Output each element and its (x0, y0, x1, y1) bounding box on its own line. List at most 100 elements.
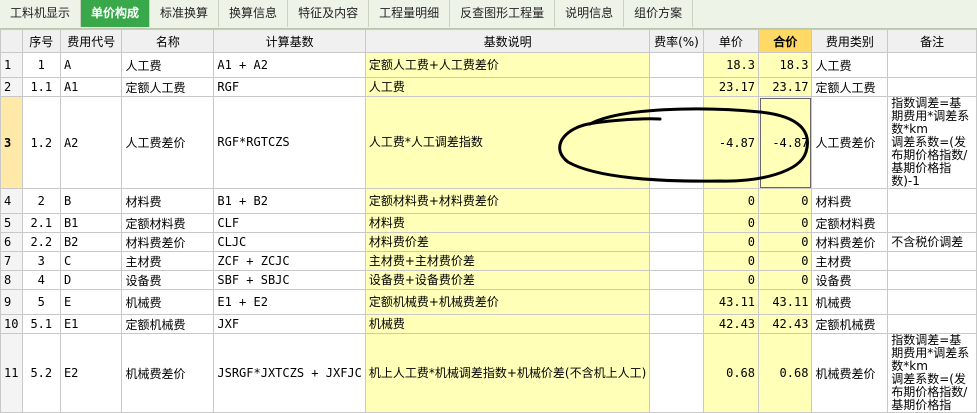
cell-seq[interactable]: 3 (21, 251, 61, 271)
cell-code[interactable]: D (59, 270, 123, 290)
cell-rate[interactable] (649, 96, 704, 189)
cell-seq[interactable]: 2 (21, 188, 61, 214)
cell-unit-price[interactable]: 0 (702, 251, 760, 271)
cell-rate[interactable] (649, 251, 704, 271)
cell-unit-price[interactable]: 18.3 (702, 52, 760, 78)
cell-rate[interactable] (649, 77, 704, 97)
column-header-code[interactable]: 费用代号 (59, 29, 123, 53)
cell-remark[interactable] (887, 270, 977, 290)
tab-2[interactable]: 单价构成 (81, 0, 151, 27)
cell-remark[interactable]: 指数调差=基期费用*调差系数*km 调差系数=(发布期价格指数/基期价格指数)-… (887, 96, 977, 189)
cell-total[interactable]: 0 (758, 232, 813, 252)
cell-base[interactable]: A1 + A2 (213, 52, 366, 78)
cell-name[interactable]: 人工费 (121, 52, 215, 78)
cell-base[interactable]: ZCF + ZCJC (213, 251, 366, 271)
cell-rate[interactable] (649, 314, 704, 334)
tab-9[interactable]: 组价方案 (624, 0, 694, 27)
row-number[interactable]: 8 (0, 270, 23, 290)
cell-name[interactable]: 主材费 (121, 251, 215, 271)
cell-base[interactable]: B1 + B2 (213, 188, 366, 214)
cell-rate[interactable] (649, 333, 704, 413)
cell-code[interactable]: C (59, 251, 123, 271)
row-number[interactable]: 5 (0, 213, 23, 233)
cell-total[interactable]: 0.68 (758, 333, 813, 413)
cell-seq[interactable]: 4 (21, 270, 61, 290)
cell-category[interactable]: 材料费差价 (811, 232, 889, 252)
cell-remark[interactable] (887, 77, 977, 97)
cell-total[interactable]: 42.43 (758, 314, 813, 334)
cell-code[interactable]: A1 (59, 77, 123, 97)
cell-remark[interactable] (887, 251, 977, 271)
cell-base-desc[interactable]: 材料费 (364, 213, 651, 233)
table-row[interactable]: 3 1.2 A2 人工费差价 RGF*RGTCZS 人工费*人工调差指数 -4.87 -4.8… (0, 96, 977, 189)
cell-base-desc[interactable]: 机上人工费*机械调差指数+机械价差(不含机上人工) (364, 333, 651, 413)
cell-base[interactable]: SBF + SBJC (213, 270, 366, 290)
table-row[interactable]: 2 1.1 A1 定额人工费 RGF 人工费 23.17 23.17 定额人工费 (0, 77, 977, 97)
cell-name[interactable]: 定额材料费 (121, 213, 215, 233)
row-number[interactable]: 7 (0, 251, 23, 271)
cell-unit-price[interactable]: 23.17 (702, 77, 760, 97)
cell-category[interactable]: 人工费差价 (811, 96, 889, 189)
row-number[interactable]: 2 (0, 77, 23, 97)
cell-base-desc[interactable]: 机械费 (364, 314, 651, 334)
column-header-base-desc[interactable]: 基数说明 (364, 29, 651, 53)
cell-total[interactable]: 0 (758, 188, 813, 214)
cell-base[interactable]: RGF*RGTCZS (213, 96, 366, 189)
cell-remark[interactable] (887, 213, 977, 233)
cell-base-desc[interactable]: 设备费+设备费价差 (364, 270, 651, 290)
cell-total[interactable]: 43.11 (758, 289, 813, 315)
cell-seq[interactable]: 1.1 (21, 77, 61, 97)
column-header-seq[interactable]: 序号 (21, 29, 61, 53)
column-header-remark[interactable]: 备注 (887, 29, 977, 53)
cell-unit-price[interactable]: 43.11 (702, 289, 760, 315)
cell-seq[interactable]: 2.1 (21, 213, 61, 233)
cell-category[interactable]: 机械费差价 (811, 333, 889, 413)
cell-rate[interactable] (649, 188, 704, 214)
cell-name[interactable]: 人工费差价 (121, 96, 215, 189)
column-header-name[interactable]: 名称 (121, 29, 215, 53)
cell-unit-price[interactable]: 0.68 (702, 333, 760, 413)
cell-unit-price[interactable]: 0 (702, 232, 760, 252)
cell-unit-price[interactable]: -4.87 (702, 96, 760, 189)
cell-name[interactable]: 定额机械费 (121, 314, 215, 334)
cell-category[interactable]: 材料费 (811, 188, 889, 214)
column-header-total[interactable]: 合价 (758, 29, 813, 53)
column-header-unit-price[interactable]: 单价 (702, 29, 760, 53)
cell-code[interactable]: B (59, 188, 123, 214)
row-number[interactable]: 6 (0, 232, 23, 252)
cell-total[interactable]: 0 (758, 213, 813, 233)
cell-base-desc[interactable]: 定额人工费+人工费差价 (364, 52, 651, 78)
tab-8[interactable]: 说明信息 (555, 0, 625, 27)
row-number[interactable]: 4 (0, 188, 23, 214)
tab-1[interactable]: 工料机显示 (0, 0, 82, 27)
cell-rate[interactable] (649, 213, 704, 233)
cell-unit-price[interactable]: 0 (702, 270, 760, 290)
cell-category[interactable]: 定额材料费 (811, 213, 889, 233)
cell-total[interactable]: 18.3 (758, 52, 813, 78)
cell-remark[interactable] (887, 188, 977, 214)
cell-category[interactable]: 定额人工费 (811, 77, 889, 97)
cell-total[interactable]: 23.17 (758, 77, 813, 97)
cell-unit-price[interactable]: 0 (702, 213, 760, 233)
cell-remark[interactable]: 指数调差=基期费用*调差系数*km 调差系数=(发布期价格指数/基期价格指 (887, 333, 977, 413)
cell-remark[interactable] (887, 289, 977, 315)
column-header-rate[interactable]: 费率(%) (649, 29, 704, 53)
cell-category[interactable]: 定额机械费 (811, 314, 889, 334)
cell-base-desc[interactable]: 材料费价差 (364, 232, 651, 252)
tab-6[interactable]: 工程量明细 (369, 0, 451, 27)
table-row[interactable]: 7 3 C 主材费 ZCF + ZCJC 主材费+主材费价差 0 0 主材费 (0, 251, 977, 271)
table-row[interactable]: 1 1 A 人工费 A1 + A2 定额人工费+人工费差价 18.3 18.3 人工费 (0, 52, 977, 78)
cell-rate[interactable] (649, 270, 704, 290)
cell-base-desc[interactable]: 定额机械费+机械费差价 (364, 289, 651, 315)
cell-rate[interactable] (649, 52, 704, 78)
cell-code[interactable]: E (59, 289, 123, 315)
table-row[interactable]: 10 5.1 E1 定额机械费 JXF 机械费 42.43 42.43 定额机械费 (0, 314, 977, 334)
cell-rate[interactable] (649, 232, 704, 252)
cell-base[interactable]: E1 + E2 (213, 289, 366, 315)
table-row[interactable]: 5 2.1 B1 定额材料费 CLF 材料费 0 0 定额材料费 (0, 213, 977, 233)
column-header-base[interactable]: 计算基数 (213, 29, 366, 53)
cell-unit-price[interactable]: 0 (702, 188, 760, 214)
column-header-category[interactable]: 费用类别 (811, 29, 889, 53)
cell-remark[interactable]: 不含税价调差 (887, 232, 977, 252)
cell-base-desc[interactable]: 主材费+主材费价差 (364, 251, 651, 271)
